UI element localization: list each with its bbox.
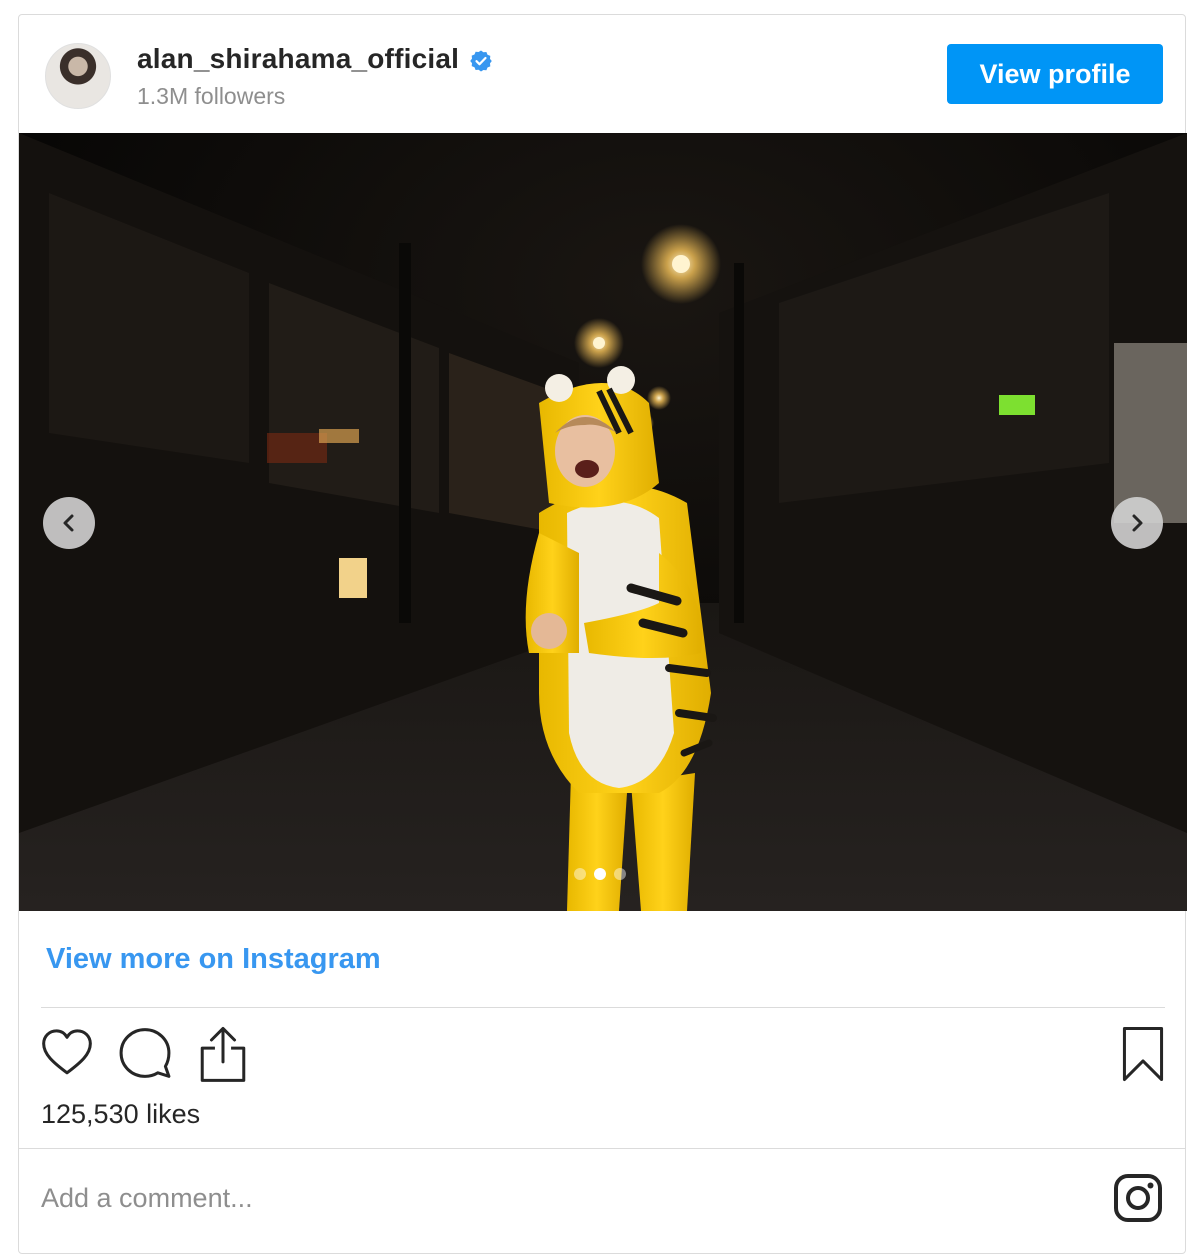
- like-count[interactable]: 125,530 likes: [41, 1099, 200, 1130]
- post-photo[interactable]: [19, 133, 1187, 911]
- chevron-left-icon: [63, 514, 74, 532]
- heart-icon[interactable]: [39, 1025, 95, 1081]
- follower-count: 1.3M followers: [137, 83, 286, 109]
- bookmark-icon[interactable]: [1119, 1025, 1167, 1083]
- carousel-dot: [614, 868, 626, 880]
- action-bar: [39, 1025, 1167, 1085]
- avatar[interactable]: [45, 43, 111, 109]
- instagram-logo-icon[interactable]: [1113, 1173, 1163, 1223]
- username[interactable]: alan_shirahama_official: [137, 43, 459, 74]
- carousel-dot: [574, 868, 586, 880]
- share-icon[interactable]: [195, 1025, 251, 1085]
- divider: [41, 1007, 1165, 1008]
- next-slide-button[interactable]: [1111, 497, 1163, 549]
- comment-input[interactable]: Add a comment...: [41, 1183, 253, 1214]
- night-street-photo: [19, 133, 1187, 911]
- chevron-right-icon: [1132, 514, 1143, 532]
- post-header: alan_shirahama_official 1.3M followers V…: [19, 15, 1185, 133]
- carousel-indicator: [574, 868, 626, 880]
- divider: [19, 1148, 1185, 1149]
- view-more-link[interactable]: View more on Instagram: [46, 943, 381, 976]
- username-row[interactable]: alan_shirahama_official: [137, 43, 493, 75]
- verified-badge-icon: [470, 50, 492, 72]
- comment-icon[interactable]: [117, 1025, 173, 1081]
- carousel-dot-active: [594, 868, 606, 880]
- instagram-embed-card: alan_shirahama_official 1.3M followers V…: [18, 14, 1187, 1254]
- view-profile-button[interactable]: View profile: [947, 44, 1163, 104]
- previous-slide-button[interactable]: [43, 497, 95, 549]
